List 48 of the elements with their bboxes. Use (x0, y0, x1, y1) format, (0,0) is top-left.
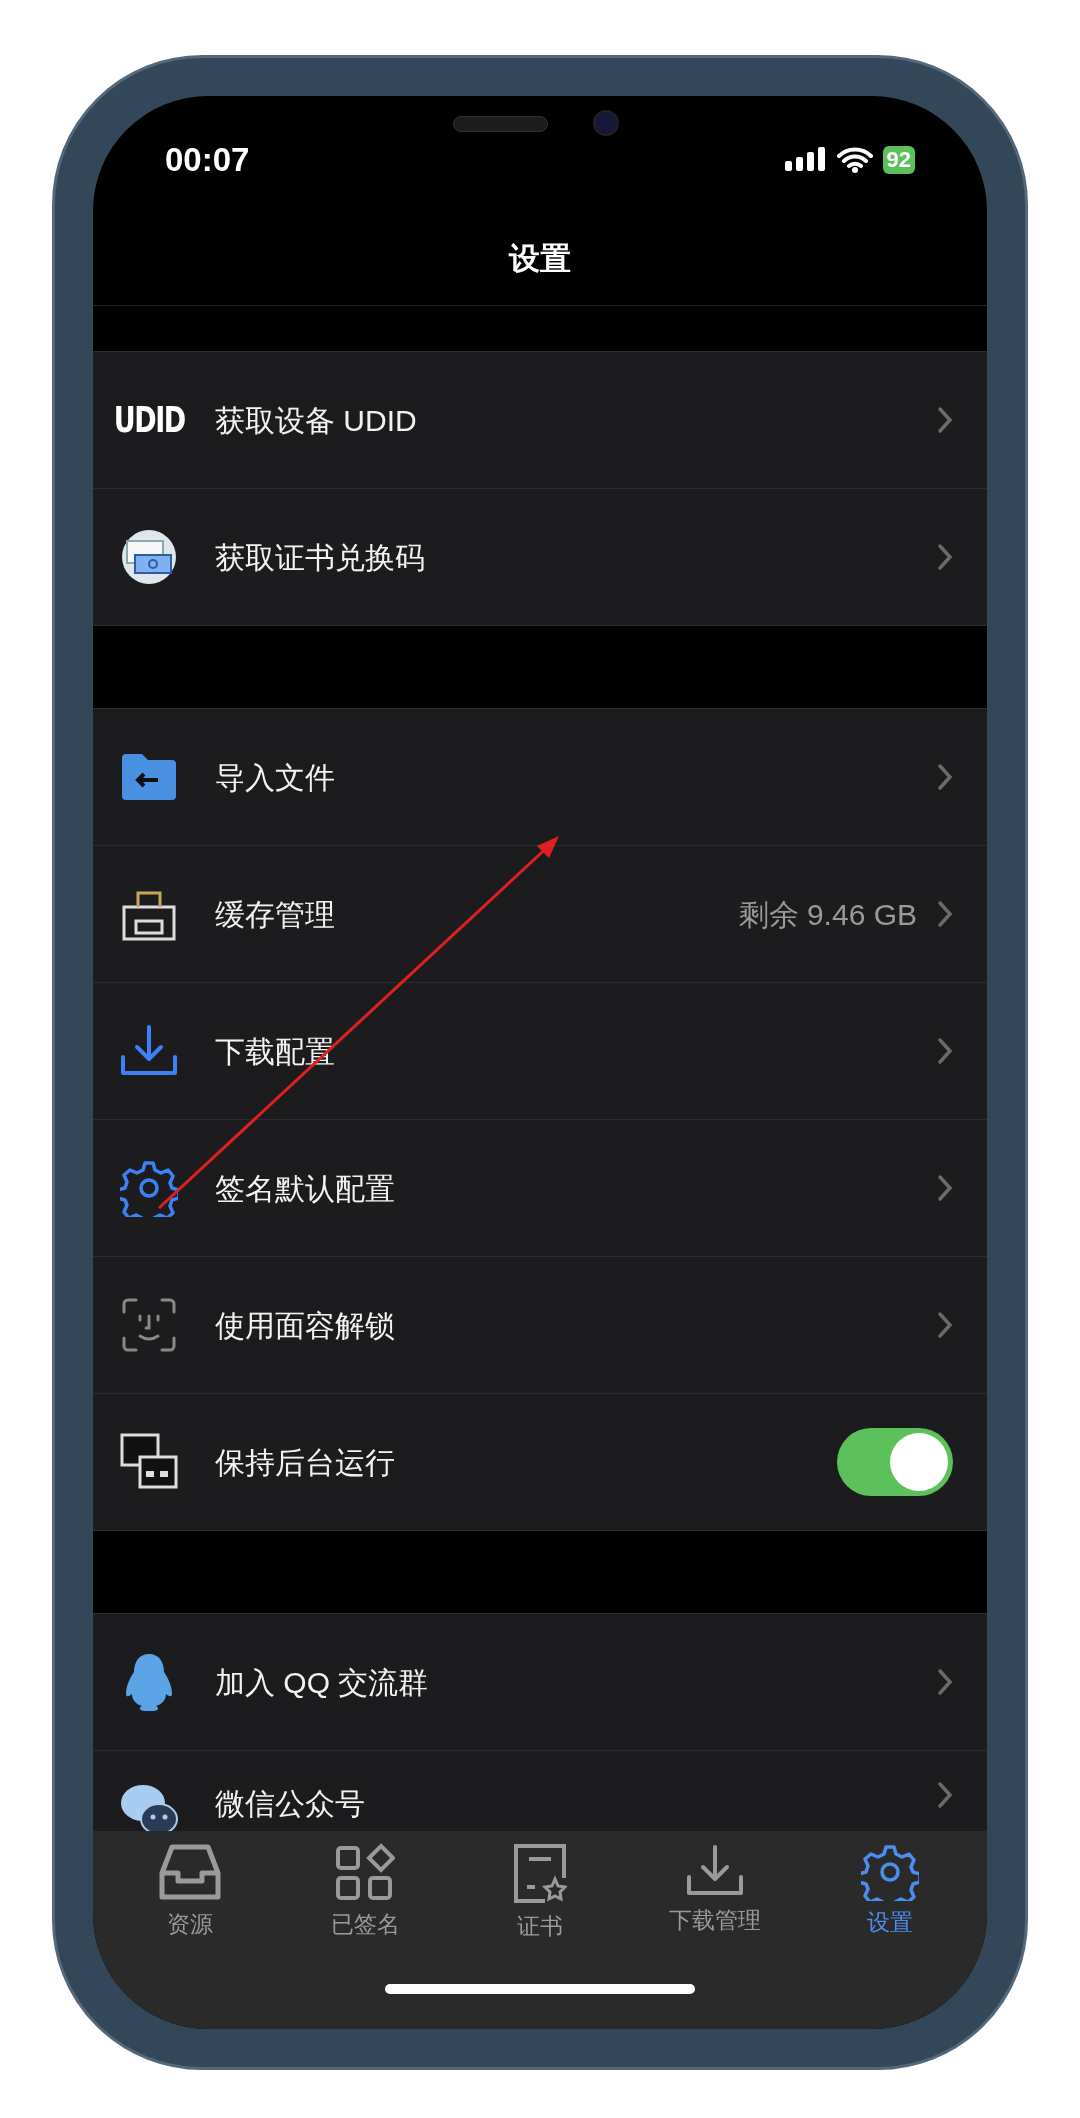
windows-icon (120, 1433, 178, 1491)
row-label: 加入 QQ 交流群 (215, 1664, 430, 1701)
inbox-tray-icon (158, 1843, 223, 1903)
settings-row[interactable]: 获取证书兑换码 (93, 489, 987, 626)
udid-logo: UDID (113, 398, 185, 442)
face-id-icon (120, 1296, 178, 1354)
chevron-right-icon (937, 763, 953, 791)
chevron-right-icon (937, 1311, 953, 1339)
status-time: 00:07 (165, 140, 250, 181)
battery-level: 92 (882, 146, 915, 174)
chevron-right-icon (937, 1781, 953, 1809)
chevron-right-icon (937, 543, 953, 571)
front-camera (593, 110, 619, 136)
apps-grid-icon (335, 1843, 396, 1903)
settings-row[interactable]: 保持后台运行 (93, 1394, 987, 1531)
page-title: 设置 (509, 240, 571, 279)
row-label: 缓存管理 (215, 896, 336, 933)
card-stack-icon (121, 529, 177, 585)
chevron-right-icon (937, 1037, 953, 1065)
tab-item[interactable]: 证书 (465, 1843, 615, 1944)
settings-row[interactable]: 缓存管理 剩余 9.46 GB (93, 846, 987, 983)
row-label: 签名默认配置 (215, 1170, 396, 1207)
row-label: 导入文件 (215, 759, 336, 796)
chevron-right-icon (937, 1668, 953, 1696)
tab-item[interactable]: 设置 (814, 1843, 965, 1944)
row-label: 获取证书兑换码 (215, 539, 426, 576)
tab-item[interactable]: 资源 (115, 1843, 266, 1944)
wifi-icon (836, 147, 873, 173)
settings-row[interactable]: UDID 获取设备 UDID (93, 352, 987, 489)
row-label: 使用面容解锁 (215, 1307, 396, 1344)
settings-row[interactable]: 使用面容解锁 (93, 1257, 987, 1394)
folder-icon (120, 752, 178, 802)
settings-row[interactable]: 签名默认配置 (93, 1120, 987, 1257)
settings-icon (120, 1159, 178, 1217)
tab-item[interactable]: 下载管理 (639, 1843, 790, 1944)
tab-item[interactable]: 已签名 (290, 1843, 441, 1944)
chevron-right-icon (937, 900, 953, 928)
row-label: 微信公众号 (215, 1786, 366, 1822)
chevron-right-icon (937, 1174, 953, 1202)
row-label: 获取设备 UDID (215, 402, 418, 439)
certificate-icon (513, 1843, 567, 1905)
settings-row[interactable]: 导入文件 (93, 709, 987, 846)
chevron-right-icon (937, 406, 953, 434)
settings-row[interactable]: 加入 QQ 交流群 (93, 1614, 987, 1751)
settings-icon (860, 1843, 919, 1901)
row-label: 保持后台运行 (215, 1444, 396, 1481)
row-value: 剩余 9.46 GB (738, 896, 917, 933)
signal-icon (784, 147, 827, 173)
